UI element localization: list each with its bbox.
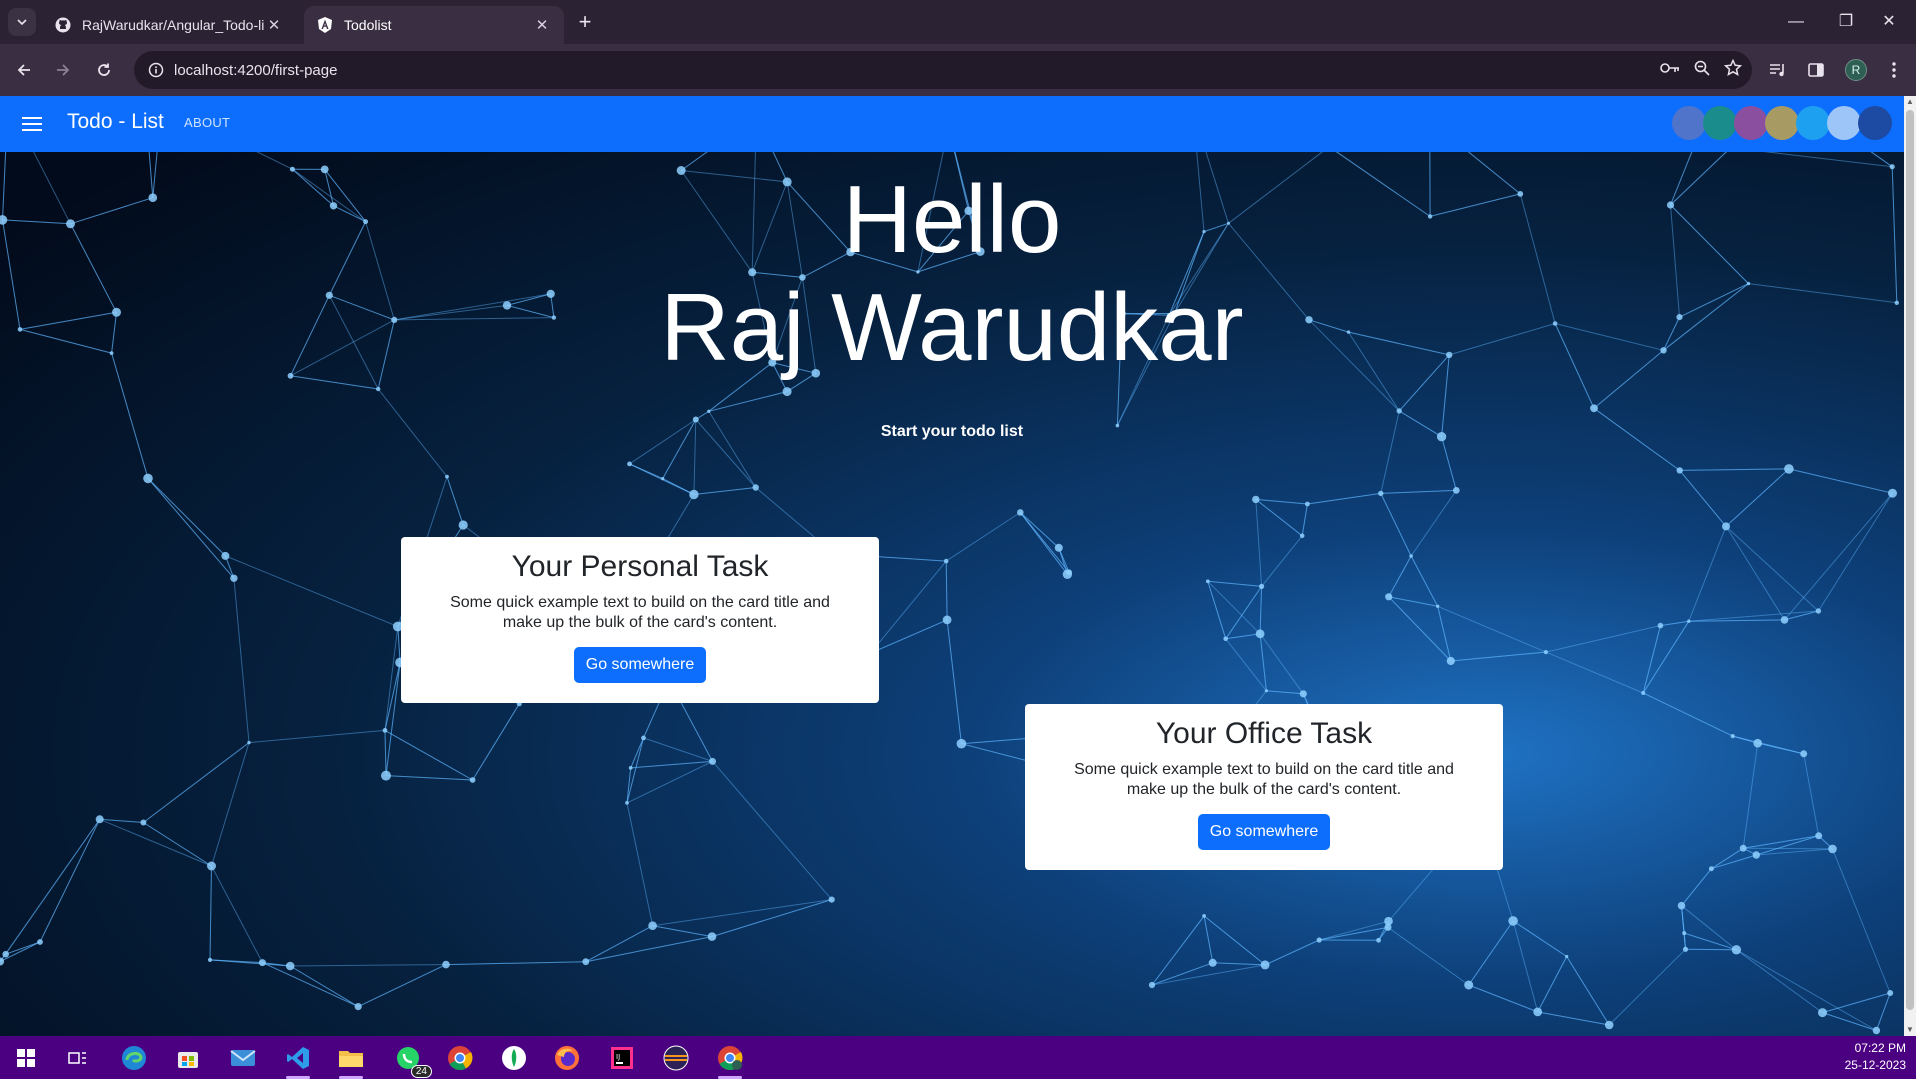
vscode-icon[interactable] xyxy=(280,1040,316,1079)
windows-start-icon[interactable] xyxy=(8,1040,44,1076)
app-navbar: Todo - List ABOUT xyxy=(0,96,1904,152)
hero-name: Raj Warudkar xyxy=(660,274,1244,381)
page-viewport: Todo - List ABOUT Hello Raj Warudkar Sta… xyxy=(0,96,1904,1036)
file-explorer-icon[interactable] xyxy=(333,1040,369,1079)
notification-badge: 24 xyxy=(410,1065,432,1078)
hero-greeting: Hello xyxy=(842,166,1062,273)
browser-tabstrip: RajWarudkar/Angular_Todo-list ✕ Todolist… xyxy=(0,0,1916,44)
windows-taskbar: 24 IJ 07:22 PM 25-12-2023 xyxy=(0,1036,1916,1079)
tab-search-button[interactable] xyxy=(8,8,36,36)
nav-about-link[interactable]: ABOUT xyxy=(184,115,230,130)
card-text: Some quick example text to build on the … xyxy=(450,594,830,631)
task-view-icon[interactable] xyxy=(60,1040,96,1076)
side-panel-button[interactable] xyxy=(1800,54,1832,86)
office-task-card: Your Office Task Some quick example text… xyxy=(1025,704,1503,870)
go-somewhere-button[interactable]: Go somewhere xyxy=(1197,814,1331,850)
firefox-icon[interactable] xyxy=(549,1040,585,1076)
tab-title: RajWarudkar/Angular_Todo-list xyxy=(82,17,264,33)
close-tab-icon[interactable]: ✕ xyxy=(532,16,552,34)
clock-date: 25-12-2023 xyxy=(1844,1058,1906,1072)
arrow-right-icon xyxy=(57,64,70,76)
forward-button[interactable] xyxy=(47,54,79,86)
scrollbar-thumb[interactable] xyxy=(1906,110,1914,1010)
card-text: Some quick example text to build on the … xyxy=(1074,761,1454,798)
card-title: Your Office Task xyxy=(1155,717,1373,750)
scroll-up-icon[interactable]: ▲ xyxy=(1904,96,1916,108)
close-tab-icon[interactable]: ✕ xyxy=(264,16,284,34)
theme-swatch-4[interactable] xyxy=(1765,106,1799,140)
go-somewhere-button[interactable]: Go somewhere xyxy=(573,647,707,683)
browser-menu-button[interactable] xyxy=(1878,54,1910,86)
theme-swatch-1[interactable] xyxy=(1672,106,1706,140)
browser-toolbar: localhost:4200/first-page R xyxy=(0,44,1916,96)
chrome-profile-icon[interactable] xyxy=(712,1040,748,1079)
eclipse-icon[interactable] xyxy=(658,1040,694,1076)
bookmark-star-icon[interactable] xyxy=(1723,58,1743,82)
theme-swatch-5[interactable] xyxy=(1796,106,1830,140)
card-title: Your Personal Task xyxy=(511,550,769,583)
app-brand[interactable]: Todo - List xyxy=(67,110,164,134)
hamburger-menu-icon[interactable] xyxy=(16,110,48,138)
intellij-icon[interactable]: IJ xyxy=(604,1040,640,1076)
scroll-down-icon[interactable]: ▼ xyxy=(1904,1024,1916,1036)
system-clock[interactable]: 07:22 PM 25-12-2023 xyxy=(1845,1040,1906,1074)
mongodb-compass-icon[interactable] xyxy=(496,1040,532,1076)
profile-button[interactable]: R xyxy=(1840,54,1872,86)
arrow-left-icon xyxy=(17,64,30,76)
theme-swatch-2[interactable] xyxy=(1703,106,1737,140)
new-tab-button[interactable]: + xyxy=(572,10,598,36)
media-controls-button[interactable] xyxy=(1762,54,1794,86)
theme-swatches xyxy=(1672,106,1892,140)
github-icon xyxy=(54,16,72,34)
theme-swatch-7[interactable] xyxy=(1858,106,1892,140)
store-icon[interactable] xyxy=(170,1040,206,1076)
theme-swatch-6[interactable] xyxy=(1827,106,1861,140)
theme-swatch-3[interactable] xyxy=(1734,106,1768,140)
edge-icon[interactable] xyxy=(116,1040,152,1076)
reload-icon xyxy=(98,63,110,76)
page-scrollbar[interactable]: ▲ ▼ xyxy=(1904,96,1916,1036)
queue-music-icon xyxy=(1770,64,1784,77)
chrome-icon[interactable] xyxy=(442,1040,478,1076)
url-text: localhost:4200/first-page xyxy=(174,61,338,79)
mail-icon[interactable] xyxy=(225,1040,261,1076)
hero-subtitle: Start your todo list xyxy=(880,423,1024,440)
chevron-down-icon xyxy=(17,19,27,26)
angular-icon xyxy=(316,16,334,34)
clock-time: 07:22 PM xyxy=(1854,1041,1906,1055)
address-bar[interactable]: localhost:4200/first-page xyxy=(134,51,1752,89)
zoom-icon[interactable] xyxy=(1694,60,1710,81)
avatar: R xyxy=(1845,59,1867,81)
whatsapp-icon[interactable]: 24 xyxy=(390,1040,432,1078)
reload-button[interactable] xyxy=(88,54,120,86)
close-window-button[interactable]: ✕ xyxy=(1862,6,1916,38)
tab-github[interactable]: RajWarudkar/Angular_Todo-list ✕ xyxy=(42,6,296,44)
side-panel-icon xyxy=(1808,63,1824,77)
minimize-button[interactable]: — xyxy=(1768,6,1824,38)
tab-title: Todolist xyxy=(344,17,392,33)
back-button[interactable] xyxy=(8,54,40,86)
site-info-icon[interactable] xyxy=(138,62,174,78)
tab-todolist[interactable]: Todolist ✕ xyxy=(304,6,564,44)
password-key-icon[interactable] xyxy=(1660,61,1680,80)
more-vertical-icon xyxy=(1892,62,1896,78)
personal-task-card: Your Personal Task Some quick example te… xyxy=(401,537,879,703)
svg-text:IJ: IJ xyxy=(616,1053,620,1061)
